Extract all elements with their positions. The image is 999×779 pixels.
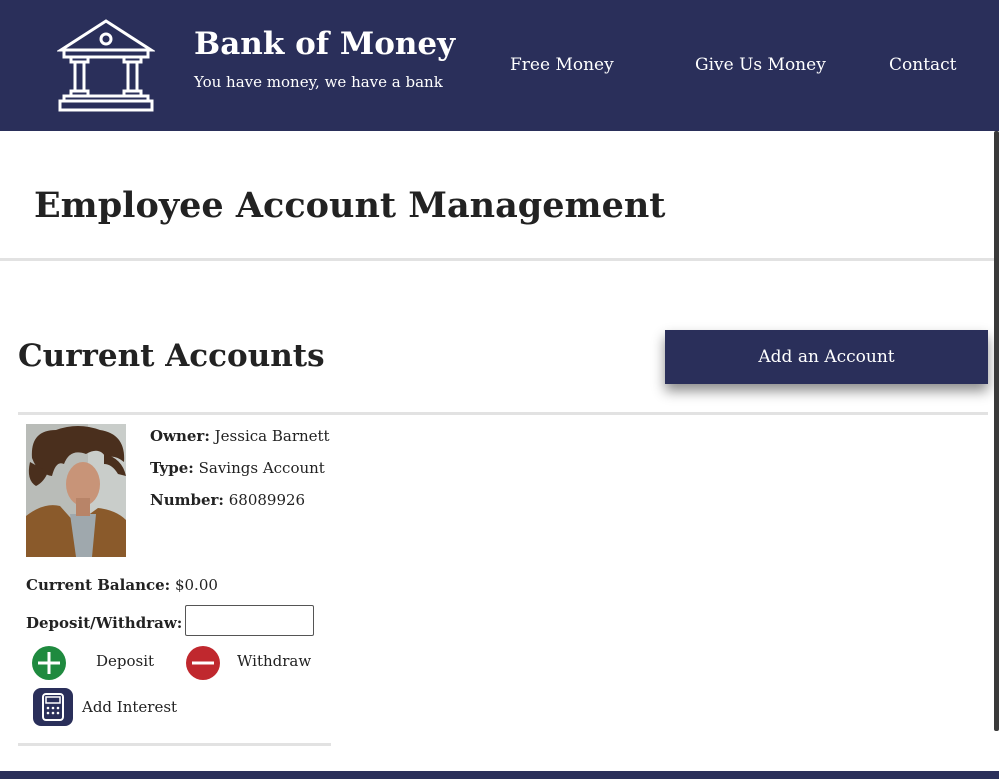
account-card-divider <box>18 743 331 746</box>
number-label: Number: <box>150 491 224 509</box>
owner-value: Jessica Barnett <box>214 427 330 445</box>
deposit-label[interactable]: Deposit <box>96 652 154 670</box>
add-account-button[interactable]: Add an Account <box>665 330 988 384</box>
section-title: Current Accounts <box>18 338 325 374</box>
brand-tagline: You have money, we have a bank <box>194 73 443 91</box>
page-title: Employee Account Management <box>34 185 666 226</box>
calculator-icon[interactable] <box>32 687 74 727</box>
page-title-band: Employee Account Management <box>0 131 999 261</box>
type-value: Savings Account <box>198 459 325 477</box>
account-owner-photo <box>26 424 126 557</box>
number-field: Number: 68089926 <box>150 491 305 509</box>
nav-give-us-money[interactable]: Give Us Money <box>695 55 826 75</box>
withdraw-label[interactable]: Withdraw <box>237 652 311 670</box>
bank-building-icon[interactable] <box>57 18 155 114</box>
section-divider <box>18 412 988 415</box>
page-scrollbar[interactable] <box>994 131 999 731</box>
site-header: Bank of Money You have money, we have a … <box>0 0 999 131</box>
owner-field: Owner: Jessica Barnett <box>150 427 330 445</box>
nav-contact[interactable]: Contact <box>889 55 957 75</box>
add-interest-label[interactable]: Add Interest <box>82 698 177 716</box>
balance-field: Current Balance: $0.00 <box>26 576 218 594</box>
brand-title[interactable]: Bank of Money <box>194 26 455 62</box>
amount-input[interactable] <box>185 605 314 636</box>
owner-label: Owner: <box>150 427 210 445</box>
type-field: Type: Savings Account <box>150 459 325 477</box>
deposit-withdraw-label: Deposit/Withdraw: <box>26 614 183 632</box>
type-label: Type: <box>150 459 194 477</box>
plus-circle-icon[interactable] <box>31 645 67 681</box>
minus-circle-icon[interactable] <box>185 645 221 681</box>
balance-label: Current Balance: <box>26 576 171 594</box>
number-value: 68089926 <box>228 491 306 509</box>
balance-value: $0.00 <box>174 576 218 594</box>
footer-bar <box>0 771 999 779</box>
nav-free-money[interactable]: Free Money <box>510 55 614 75</box>
